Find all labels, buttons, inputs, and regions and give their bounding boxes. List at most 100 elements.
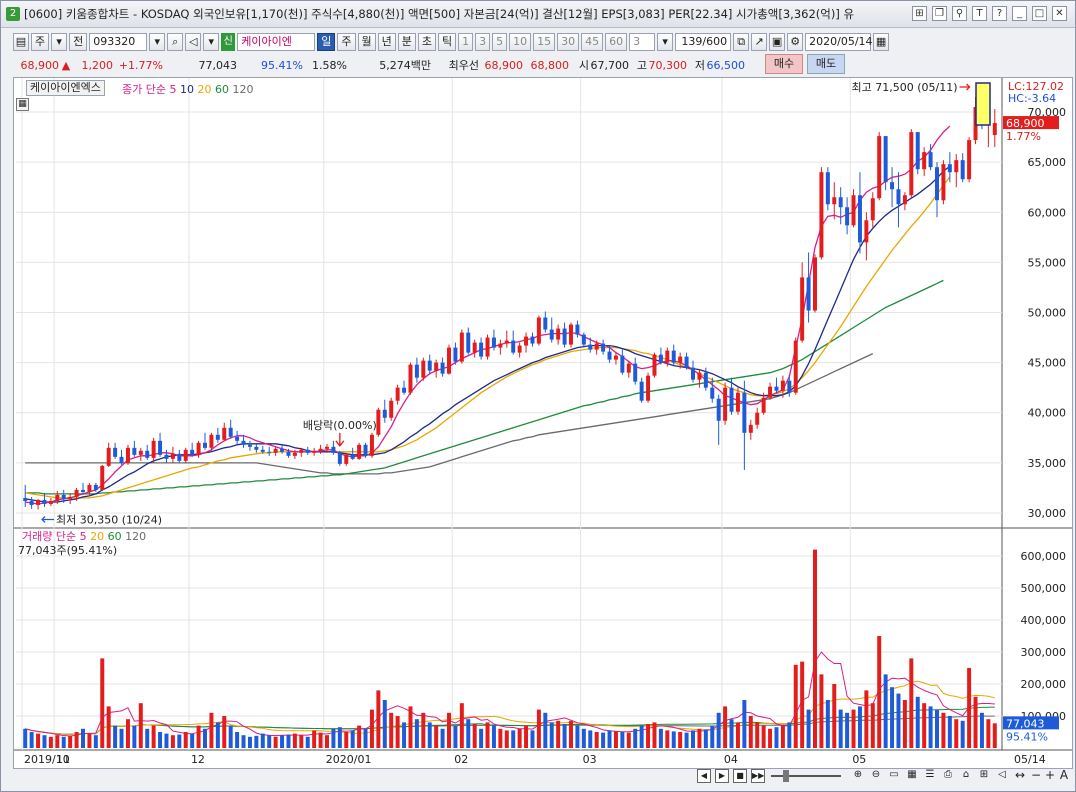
x-tick-label: 02 xyxy=(454,753,468,766)
interval-select[interactable]: 3 xyxy=(629,32,656,51)
table-icon[interactable]: ▦ xyxy=(16,98,29,111)
settings-icon[interactable]: ⚙ xyxy=(787,32,804,51)
tab-year[interactable]: 년 xyxy=(377,32,396,51)
tab-day[interactable]: 일 xyxy=(317,32,336,51)
stock-code-input[interactable]: 093320 xyxy=(89,32,148,51)
camera-icon[interactable]: ⌂ xyxy=(959,769,973,783)
minute-5[interactable]: 5 xyxy=(492,32,508,51)
price-legend[interactable]: 종가 단순 5 10 20 60 120 xyxy=(122,81,253,97)
volume-bar xyxy=(594,732,599,748)
volume-bar xyxy=(363,728,368,748)
zoom-slider[interactable] xyxy=(771,775,841,777)
chevron-down-icon[interactable]: ▾ xyxy=(51,32,68,51)
excel-icon[interactable]: ⊞ xyxy=(977,769,991,783)
search-icon[interactable]: ⌕ xyxy=(167,32,184,51)
search-zoomout-icon[interactable]: ⊖ xyxy=(869,769,883,783)
minute-30[interactable]: 30 xyxy=(557,32,580,51)
close-icon[interactable]: ✕ xyxy=(1052,6,1067,21)
chart-area[interactable]: 30,000 35,000 40,000 45,000 50,000 55,000 60,0… xyxy=(13,77,1073,769)
stock-name-label[interactable]: 케이아이엔엑스 xyxy=(26,80,105,96)
chart-canvas[interactable]: 30,000 35,000 40,000 45,000 50,000 55,000 60,0… xyxy=(14,78,1072,768)
volume-bar xyxy=(838,709,843,748)
candle-body xyxy=(729,387,734,412)
prev-icon[interactable]: ◀ xyxy=(697,769,711,783)
price-tick-label: 55,000 xyxy=(1028,256,1067,269)
code-dropdown-icon[interactable]: ▾ xyxy=(149,32,166,51)
volume-bar xyxy=(678,732,683,748)
window-icon[interactable]: ▭ xyxy=(887,769,901,783)
candle-body xyxy=(228,427,233,437)
candle-body xyxy=(517,345,522,353)
zoom-slider-handle[interactable] xyxy=(783,770,789,782)
volume-tick-label: 600,000 xyxy=(1021,550,1067,563)
candle-body xyxy=(395,387,400,401)
period-select[interactable]: 주 xyxy=(31,32,50,51)
draw-icon[interactable]: ↗ xyxy=(751,32,768,51)
next-icon[interactable]: ▶▶ xyxy=(751,769,765,783)
candle-body xyxy=(575,324,580,335)
volume-bar xyxy=(819,674,824,748)
stock-name-field[interactable]: 케이아이엔 xyxy=(237,32,316,51)
minus-icon[interactable]: − xyxy=(1029,769,1043,783)
maximize-icon[interactable]: □ xyxy=(1032,6,1047,21)
date-input[interactable]: 2020/05/14 xyxy=(805,32,873,51)
minute-60[interactable]: 60 xyxy=(605,32,628,51)
volume-bar xyxy=(562,724,567,748)
tab-minute[interactable]: 분 xyxy=(397,32,416,51)
moving-average-lines xyxy=(25,125,951,505)
arrow-icon[interactable]: ↔ xyxy=(1013,769,1027,783)
play-icon[interactable]: ▶ xyxy=(715,769,729,783)
minimize-icon[interactable]: _ xyxy=(1012,6,1027,21)
pin-icon[interactable]: ⚲ xyxy=(952,6,967,21)
search-zoom-icon[interactable]: ⊕ xyxy=(851,769,865,783)
minute-15[interactable]: 15 xyxy=(533,32,556,51)
tab-month[interactable]: 월 xyxy=(357,32,376,51)
stop-icon[interactable]: ■ xyxy=(733,769,747,783)
minute-3[interactable]: 3 xyxy=(475,32,491,51)
prev-button[interactable]: 전 xyxy=(69,32,88,51)
sell-button[interactable]: 매도 xyxy=(807,54,845,74)
range-field[interactable]: 139/600 xyxy=(675,32,732,51)
print-icon[interactable]: ⎙ xyxy=(941,769,955,783)
plus-icon[interactable]: + xyxy=(1043,769,1057,783)
help-icon[interactable]: ? xyxy=(992,6,1007,21)
font-a-icon[interactable]: A xyxy=(1057,769,1071,783)
volume-bar xyxy=(61,736,66,748)
interval-dropdown-icon[interactable]: ▾ xyxy=(657,32,674,51)
tab-tick[interactable]: 틱 xyxy=(438,32,457,51)
layout-grid-icon[interactable]: ▦ xyxy=(905,769,919,783)
speaker-icon[interactable]: ◁ xyxy=(185,32,202,51)
candle-body xyxy=(29,500,34,505)
layout-icon[interactable]: ▤ xyxy=(13,32,29,51)
volume-bar xyxy=(382,700,387,748)
tab-second[interactable]: 초 xyxy=(417,32,436,51)
link-icon[interactable]: ⊞ xyxy=(912,6,927,21)
x-tick-label: 05 xyxy=(852,753,866,766)
tab-week[interactable]: 주 xyxy=(337,32,356,51)
volume-bar xyxy=(883,674,888,748)
indicator-icon[interactable]: ⧉ xyxy=(733,32,750,51)
volume-bar xyxy=(427,722,432,748)
calendar-icon[interactable]: ▦ xyxy=(873,32,890,51)
title-bar[interactable]: 2 [0600] 키움종합차트 - KOSDAQ 외국인보유[1,170(천)]… xyxy=(1,1,1075,28)
price-tick-label: 45,000 xyxy=(1028,357,1067,370)
candle-body xyxy=(902,195,907,205)
candle-body xyxy=(292,452,297,456)
speaker-dropdown-icon[interactable]: ▾ xyxy=(203,32,220,51)
minute-10[interactable]: 10 xyxy=(509,32,532,51)
volume-bar xyxy=(68,735,73,748)
buy-button[interactable]: 매수 xyxy=(765,54,803,74)
layout-list-icon[interactable]: ☰ xyxy=(923,769,937,783)
minute-1[interactable]: 1 xyxy=(458,32,474,51)
copy-icon[interactable]: ❐ xyxy=(932,6,947,21)
volume-tick-label: 200,000 xyxy=(1021,678,1067,691)
volume-bar xyxy=(395,716,400,748)
font-icon[interactable]: T xyxy=(972,6,987,21)
minute-45[interactable]: 45 xyxy=(581,32,604,51)
reset-icon[interactable]: ◁ xyxy=(995,769,1009,783)
candle-body xyxy=(267,451,272,453)
save-icon[interactable]: ▣ xyxy=(769,32,786,51)
volume-bar xyxy=(787,722,792,748)
candle-body xyxy=(562,328,567,345)
candle-body xyxy=(588,344,593,350)
